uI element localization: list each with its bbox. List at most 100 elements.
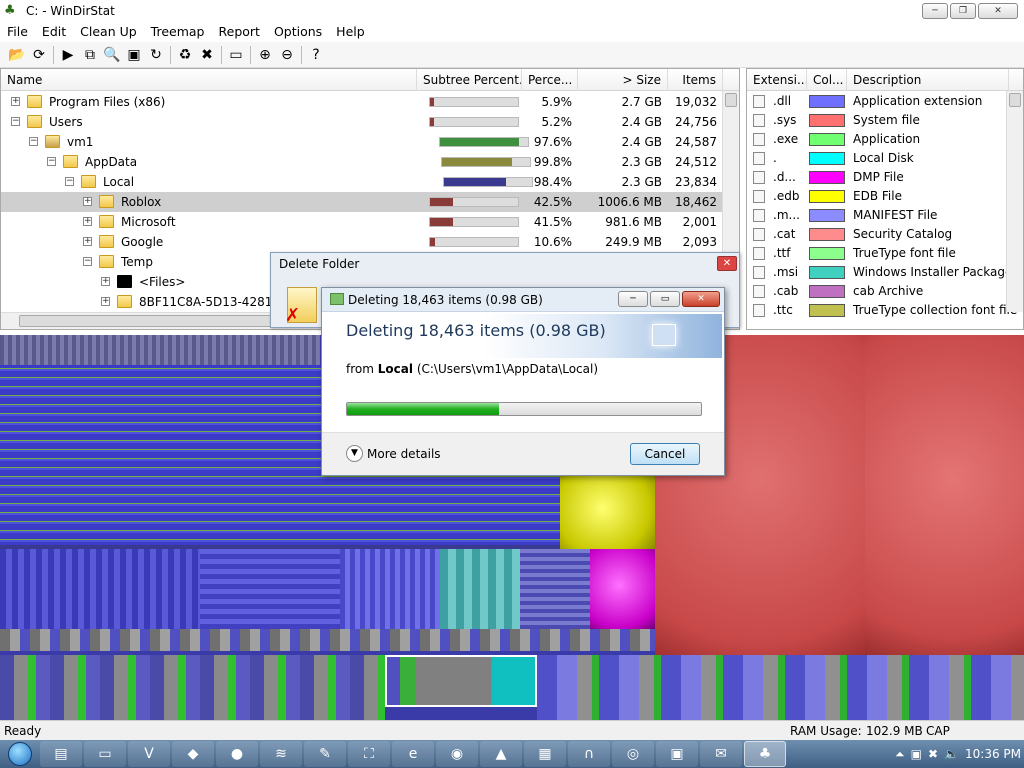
edge-taskbar-icon[interactable]: e	[392, 741, 434, 767]
extension-vertical-scrollbar[interactable]	[1006, 91, 1023, 312]
remote-taskbar-icon[interactable]: ▣	[656, 741, 698, 767]
headphones-taskbar-icon[interactable]: ∩	[568, 741, 610, 767]
extension-list[interactable]: Extensi... Col... Description .dll Applic…	[746, 68, 1024, 330]
treemap-block[interactable]	[0, 549, 200, 629]
close-button[interactable]: ✕	[978, 3, 1018, 19]
treemap-block[interactable]	[0, 655, 385, 720]
treemap-block[interactable]	[200, 549, 340, 629]
volume-icon[interactable]: 🔈	[944, 747, 959, 761]
treemap-block[interactable]	[440, 549, 520, 629]
column-size[interactable]: > Size	[578, 69, 668, 91]
treemap-block[interactable]	[0, 335, 320, 365]
extension-row[interactable]: .ttf TrueType font file	[747, 244, 1009, 263]
extension-row[interactable]: .exe Application	[747, 130, 1009, 149]
menu-help[interactable]: Help	[329, 22, 372, 42]
steam-taskbar-icon[interactable]: ◉	[436, 741, 478, 767]
column-percentage[interactable]: Perce...	[522, 69, 578, 91]
treemap-block[interactable]	[560, 475, 655, 549]
calculator-taskbar-icon[interactable]: ▦	[524, 741, 566, 767]
copy-icon[interactable]: ⧉	[79, 44, 101, 66]
network-taskbar-icon[interactable]: ⛶	[348, 741, 390, 767]
column-name[interactable]: Name	[1, 69, 417, 91]
show-hidden-icons-icon[interactable]: ⏶	[895, 747, 905, 762]
column-extension[interactable]: Extensi...	[747, 69, 807, 91]
progress-minimize-button[interactable]: ─	[618, 291, 648, 307]
explorer-icon[interactable]: 🔍	[101, 44, 123, 66]
extension-row[interactable]: .edb EDB File	[747, 187, 1009, 206]
help-icon[interactable]: ?	[305, 44, 327, 66]
play-icon[interactable]: ▶	[57, 44, 79, 66]
delete-folder-close-button[interactable]: ✕	[717, 256, 737, 271]
menu-report[interactable]: Report	[212, 22, 267, 42]
column-color[interactable]: Col...	[807, 69, 847, 91]
collapse-icon[interactable]: −	[47, 157, 56, 166]
clock[interactable]: 10:36 PM	[965, 747, 1021, 761]
treemap-block[interactable]	[520, 549, 590, 629]
explorer-taskbar-icon[interactable]: ▤	[40, 741, 82, 767]
tree-row[interactable]: − AppData 99.8% 2.3 GB 24,512	[1, 152, 723, 172]
tree-row[interactable]: − Users 5.2% 2.4 GB 24,756	[1, 112, 723, 132]
menu-treemap[interactable]: Treemap	[144, 22, 212, 42]
tree-row[interactable]: − vm1 97.6% 2.4 GB 24,587	[1, 132, 723, 152]
column-description[interactable]: Description	[847, 69, 1009, 91]
delete-icon[interactable]: ✖	[196, 44, 218, 66]
menu-edit[interactable]: Edit	[35, 22, 73, 42]
cancel-button[interactable]: Cancel	[630, 443, 700, 465]
tree-row[interactable]: + Program Files (x86) 5.9% 2.7 GB 19,032	[1, 92, 723, 112]
extension-row[interactable]: .cat Security Catalog	[747, 225, 1009, 244]
collapse-icon[interactable]: −	[11, 117, 20, 126]
zoom-out-icon[interactable]: ⊖	[276, 44, 298, 66]
menu-options[interactable]: Options	[267, 22, 329, 42]
refresh-icon[interactable]: ⟳	[28, 44, 50, 66]
column-items[interactable]: Items	[668, 69, 723, 91]
progress-maximize-button[interactable]: ▭	[650, 291, 680, 307]
extension-row[interactable]: .msi Windows Installer Package	[747, 263, 1012, 282]
open-icon[interactable]: 📂	[6, 44, 28, 66]
expand-icon[interactable]: +	[101, 277, 110, 286]
app-taskbar-icon[interactable]: ≋	[260, 741, 302, 767]
treemap-block[interactable]	[340, 549, 440, 629]
tree-row[interactable]: + Roblox 42.5% 1006.6 MB 18,462	[1, 192, 723, 212]
action-center-icon[interactable]: ✖	[928, 747, 938, 761]
extension-row[interactable]: .sys System file	[747, 111, 1009, 130]
extension-row[interactable]: .dll Application extension	[747, 92, 1009, 111]
zoom-in-icon[interactable]: ⊕	[254, 44, 276, 66]
store-taskbar-icon[interactable]: ◆	[172, 741, 214, 767]
extension-row[interactable]: .cab cab Archive	[747, 282, 1009, 301]
extension-row[interactable]: .ttc TrueType collection font file	[747, 301, 1017, 320]
new-folder-icon[interactable]: ▭	[225, 44, 247, 66]
collapse-icon[interactable]: −	[83, 257, 92, 266]
menu-clean-up[interactable]: Clean Up	[73, 22, 144, 42]
expand-icon[interactable]: +	[83, 217, 92, 226]
vbox-taskbar-icon[interactable]: V	[128, 741, 170, 767]
menu-file[interactable]: File	[0, 22, 35, 42]
treemap-block[interactable]	[0, 629, 655, 651]
chrome-taskbar-icon[interactable]: ◎	[612, 741, 654, 767]
expand-icon[interactable]: +	[101, 297, 110, 306]
extension-row[interactable]: .d... DMP File	[747, 168, 1009, 187]
tree-row[interactable]: + Google 10.6% 249.9 MB 2,093	[1, 232, 723, 252]
extension-row[interactable]: . Local Disk	[747, 149, 1009, 168]
more-details-toggle[interactable]: ▼ More details	[346, 445, 441, 462]
extension-row[interactable]: .m... MANIFEST File	[747, 206, 1009, 225]
maximize-button[interactable]: ❐	[950, 3, 976, 19]
collapse-icon[interactable]: −	[29, 137, 38, 146]
tree-row[interactable]: + Microsoft 41.5% 981.6 MB 2,001	[1, 212, 723, 232]
progress-close-button[interactable]: ✕	[682, 291, 720, 307]
expand-icon[interactable]: +	[83, 197, 92, 206]
column-subtree-percent[interactable]: Subtree Percent...	[417, 69, 522, 91]
window-taskbar-icon[interactable]: ▭	[84, 741, 126, 767]
refresh-selected-icon[interactable]: ↻	[145, 44, 167, 66]
treemap-block[interactable]	[590, 549, 655, 629]
recycle-icon[interactable]: ♻	[174, 44, 196, 66]
vlc-taskbar-icon[interactable]: ▲	[480, 741, 522, 767]
windirstat-taskbar-icon[interactable]: ♣	[744, 741, 786, 767]
cmd-icon[interactable]: ▣	[123, 44, 145, 66]
treemap-block[interactable]	[865, 335, 1024, 655]
expand-icon[interactable]: +	[11, 97, 20, 106]
collapse-icon[interactable]: −	[65, 177, 74, 186]
pen-taskbar-icon[interactable]: ✎	[304, 741, 346, 767]
treemap-block[interactable]	[537, 655, 1024, 720]
expand-icon[interactable]: +	[83, 237, 92, 246]
network-tray-icon[interactable]: ▣	[911, 747, 922, 761]
